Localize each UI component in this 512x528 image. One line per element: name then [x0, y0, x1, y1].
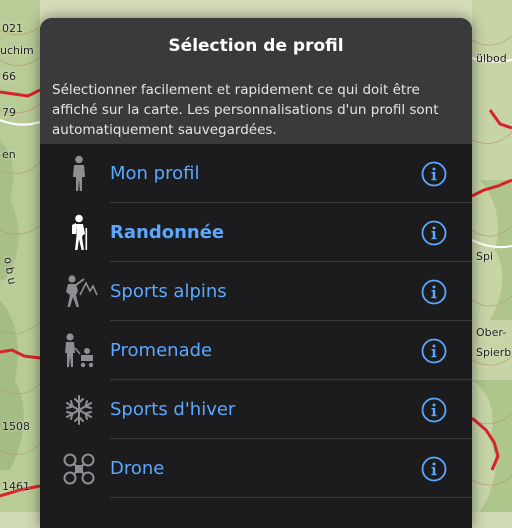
map-label: en: [2, 148, 16, 161]
profile-label: Drone: [110, 458, 165, 479]
profile-row-drone[interactable]: Drone: [40, 439, 472, 498]
profile-selection-sheet: Sélection de profil Sélectionner facilem…: [40, 18, 472, 528]
profile-row-mon-profil[interactable]: Mon profil: [40, 144, 472, 203]
hiker-icon: [58, 212, 100, 254]
profile-label: Promenade: [110, 340, 213, 361]
map-label: 79: [2, 106, 16, 119]
profile-label: Randonnée: [110, 222, 225, 243]
info-icon[interactable]: [421, 220, 447, 246]
map-label: 66: [2, 70, 16, 83]
sheet-title: Sélection de profil: [168, 36, 344, 56]
row-separator: [110, 497, 472, 498]
map-label: 021: [2, 22, 23, 35]
profile-row-sports-hiver[interactable]: Sports d'hiver: [40, 380, 472, 439]
climber-icon: [58, 271, 100, 313]
profile-row-sports-alpins[interactable]: Sports alpins: [40, 262, 472, 321]
profile-row-promenade[interactable]: Promenade: [40, 321, 472, 380]
info-icon[interactable]: [421, 456, 447, 482]
map-label: 1461: [2, 480, 30, 493]
map-label: 1508: [2, 420, 30, 433]
profile-row-randonnee[interactable]: Randonnée: [40, 203, 472, 262]
stroller-family-icon: [58, 330, 100, 372]
sheet-description: Sélectionner facilement et rapidement ce…: [52, 82, 439, 138]
walking-person-icon: [58, 153, 100, 195]
map-label: Spi: [476, 250, 494, 263]
map-label: ülbod: [476, 52, 507, 65]
profile-label: Sports d'hiver: [110, 399, 236, 420]
map-label: uchim: [0, 44, 34, 57]
info-icon[interactable]: [421, 279, 447, 305]
map-label: Ober-: [476, 326, 507, 339]
snowflake-icon: [58, 389, 100, 431]
map-label: Spierb: [476, 346, 512, 359]
drone-icon: [58, 448, 100, 490]
info-icon[interactable]: [421, 338, 447, 364]
info-icon[interactable]: [421, 161, 447, 187]
sheet-header: Sélection de profil Sélectionner facilem…: [40, 18, 472, 144]
info-icon[interactable]: [421, 397, 447, 423]
profile-label: Sports alpins: [110, 281, 227, 302]
profile-label: Mon profil: [110, 163, 200, 184]
